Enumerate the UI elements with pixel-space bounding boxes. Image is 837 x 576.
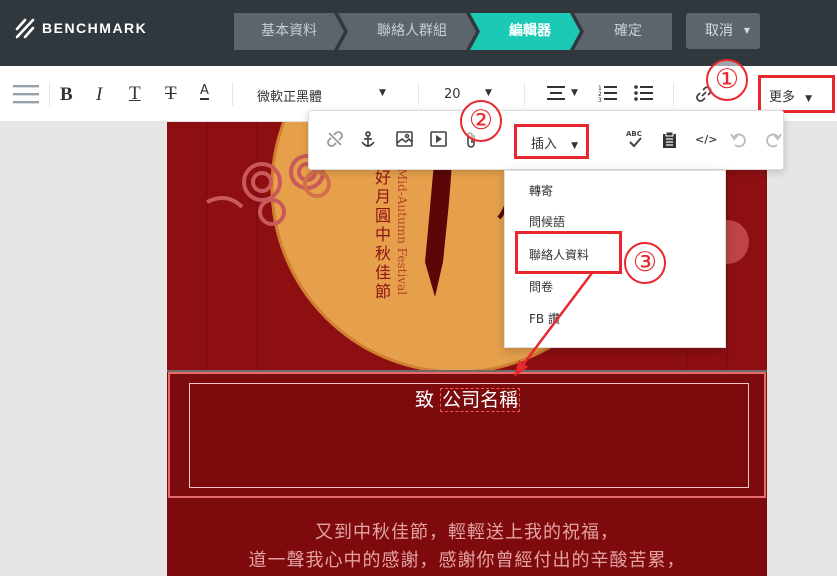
- arrow-annotation: [514, 272, 593, 377]
